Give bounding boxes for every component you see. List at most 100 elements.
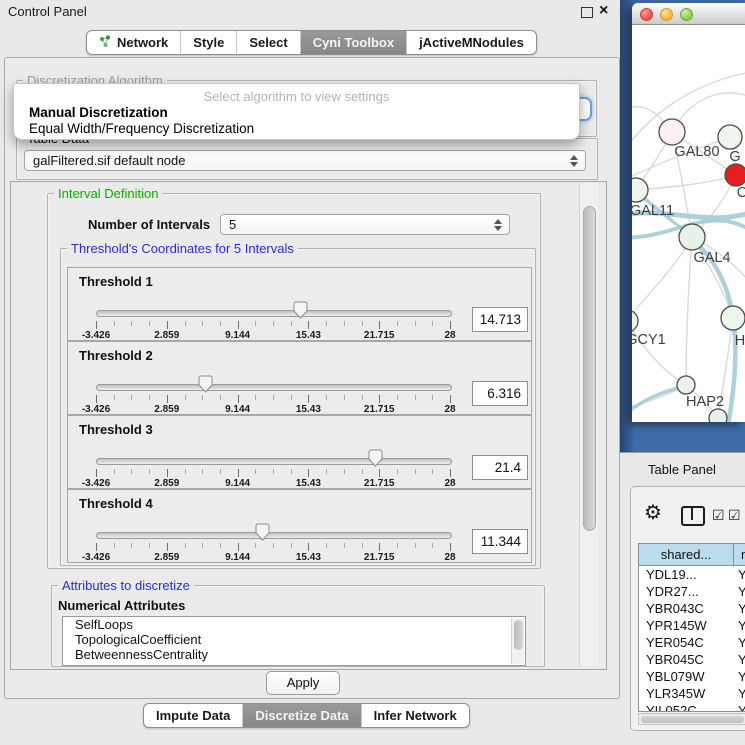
tick-mark <box>308 469 309 477</box>
checkbox-icon[interactable]: ☑ <box>728 507 741 524</box>
tick-mark <box>308 321 309 329</box>
threshold-value-input[interactable]: 11.344 <box>472 529 528 554</box>
zoom-traffic-light[interactable] <box>680 8 693 21</box>
tick-mark <box>432 469 433 474</box>
tick-mark <box>362 395 363 400</box>
tick-mark <box>326 469 327 474</box>
tick-mark <box>344 395 345 400</box>
slider-thumb[interactable] <box>293 301 308 319</box>
table-panel: ⚙ ☑ ☑ shared... n YDL19...YDL1YDR27...YD… <box>630 486 745 731</box>
close-traffic-light[interactable] <box>640 8 653 21</box>
cell-name: YER0 <box>733 634 745 651</box>
tab-impute-data[interactable]: Impute Data <box>144 704 242 727</box>
network-node[interactable] <box>709 409 727 422</box>
gear-icon[interactable]: ⚙ <box>644 503 662 523</box>
slider-thumb[interactable] <box>255 523 270 541</box>
table-row[interactable]: YDR27...YDR2 <box>639 583 745 600</box>
vertical-scrollbar[interactable] <box>579 183 598 666</box>
network-node[interactable] <box>679 224 705 250</box>
network-node[interactable] <box>718 125 742 149</box>
tick-mark <box>450 469 451 477</box>
minimize-traffic-light[interactable] <box>660 8 673 21</box>
cell-name: YBR0 <box>733 600 745 617</box>
cell-name: YDR2 <box>733 583 745 600</box>
tick-mark <box>149 469 150 474</box>
network-node[interactable] <box>632 310 638 332</box>
table-row[interactable]: YBL079WYBL0 <box>639 668 745 685</box>
attribute-list-item[interactable]: BetweennessCentrality <box>63 647 525 662</box>
algorithm-option[interactable]: Manual Discretization <box>29 105 168 120</box>
tick-mark <box>96 395 97 403</box>
slider-track[interactable] <box>96 458 452 465</box>
cell-name: YIL0 <box>733 702 745 711</box>
network-icon <box>99 35 112 51</box>
slider-thumb[interactable] <box>198 375 213 393</box>
table-row[interactable]: YPR145WYPR1 <box>639 617 745 634</box>
scrollbar-thumb[interactable] <box>583 206 596 531</box>
table-row[interactable]: YDL19...YDL1 <box>639 566 745 583</box>
tab-style[interactable]: Style <box>180 31 236 54</box>
slider-track[interactable] <box>96 384 452 391</box>
slider-track[interactable] <box>96 532 452 539</box>
cell-name: YLR3 <box>733 685 745 702</box>
network-node[interactable] <box>721 306 745 330</box>
tick-label: 2.859 <box>154 552 179 563</box>
slider-track[interactable] <box>96 310 452 317</box>
algorithm-option[interactable]: Equal Width/Frequency Discretization <box>29 121 254 136</box>
tab-cyni-toolbox[interactable]: Cyni Toolbox <box>300 31 406 54</box>
tab-select[interactable]: Select <box>236 31 299 54</box>
network-node[interactable] <box>725 164 745 186</box>
table-row[interactable]: YIL052CYIL0 <box>639 702 745 711</box>
tick-mark <box>131 395 132 400</box>
apply-button[interactable]: Apply <box>266 671 340 695</box>
tab-infer-network[interactable]: Infer Network <box>361 704 469 727</box>
network-node[interactable] <box>659 119 685 145</box>
tick-label: 21.715 <box>364 330 395 341</box>
threshold-value-input[interactable]: 14.713 <box>472 307 528 332</box>
float-window-icon[interactable] <box>581 7 593 18</box>
scrollbar-thumb[interactable] <box>641 716 744 723</box>
network-canvas[interactable]: GAL80GCGAL11GAL4GCY1HHAP2 <box>632 25 745 422</box>
cell-shared-name: YPR145W <box>639 617 733 634</box>
tick-mark <box>379 321 380 329</box>
tick-mark <box>415 321 416 326</box>
table-header-row: shared... n <box>639 544 745 566</box>
scrollbar-thumb[interactable] <box>514 620 523 650</box>
tick-label: 21.715 <box>364 552 395 563</box>
tick-label: 2.859 <box>154 404 179 415</box>
top-tab-bar: NetworkStyleSelectCyni ToolboxjActiveMNo… <box>86 30 537 55</box>
attribute-list-item[interactable]: TopologicalCoefficient <box>63 632 525 647</box>
column-header-shared-name[interactable]: shared... <box>639 544 734 565</box>
tab-discretize-data[interactable]: Discretize Data <box>242 704 360 727</box>
tick-mark <box>220 321 221 326</box>
number-of-intervals-combobox[interactable]: 5 <box>220 214 510 235</box>
network-node[interactable] <box>677 376 695 394</box>
numerical-attributes-list[interactable]: SelfLoopsTopologicalCoefficientBetweenne… <box>62 616 526 666</box>
tick-mark <box>149 395 150 400</box>
network-window-titlebar[interactable] <box>632 3 745 25</box>
group-title: Threshold's Coordinates for 5 Intervals <box>67 241 298 256</box>
tick-mark <box>450 543 451 551</box>
slider-thumb[interactable] <box>368 449 383 467</box>
tab-jactivemnodules[interactable]: jActiveMNodules <box>406 31 536 54</box>
horizontal-scrollbar[interactable] <box>638 713 745 725</box>
list-scrollbar[interactable] <box>511 618 524 664</box>
table-row[interactable]: YBR043CYBR0 <box>639 600 745 617</box>
tick-mark <box>379 543 380 551</box>
table-row[interactable]: YLR345WYLR3 <box>639 685 745 702</box>
table-row[interactable]: YER054CYER0 <box>639 634 745 651</box>
tick-mark <box>450 395 451 403</box>
network-thick-edge <box>632 387 682 421</box>
network-node-label: G <box>729 149 740 165</box>
threshold-label: Threshold 3 <box>79 422 153 437</box>
threshold-value-input[interactable]: 6.316 <box>472 381 528 406</box>
close-icon[interactable]: × <box>599 2 608 20</box>
column-header-name[interactable]: n <box>734 544 745 565</box>
threshold-value-input[interactable]: 21.4 <box>472 455 528 480</box>
split-columns-icon[interactable] <box>681 506 705 526</box>
checkbox-icon[interactable]: ☑ <box>712 507 725 524</box>
table-row[interactable]: YBR045CYBR0 <box>639 651 745 668</box>
tick-mark <box>397 395 398 400</box>
attribute-list-item[interactable]: SelfLoops <box>63 617 525 632</box>
tab-network[interactable]: Network <box>87 31 180 54</box>
